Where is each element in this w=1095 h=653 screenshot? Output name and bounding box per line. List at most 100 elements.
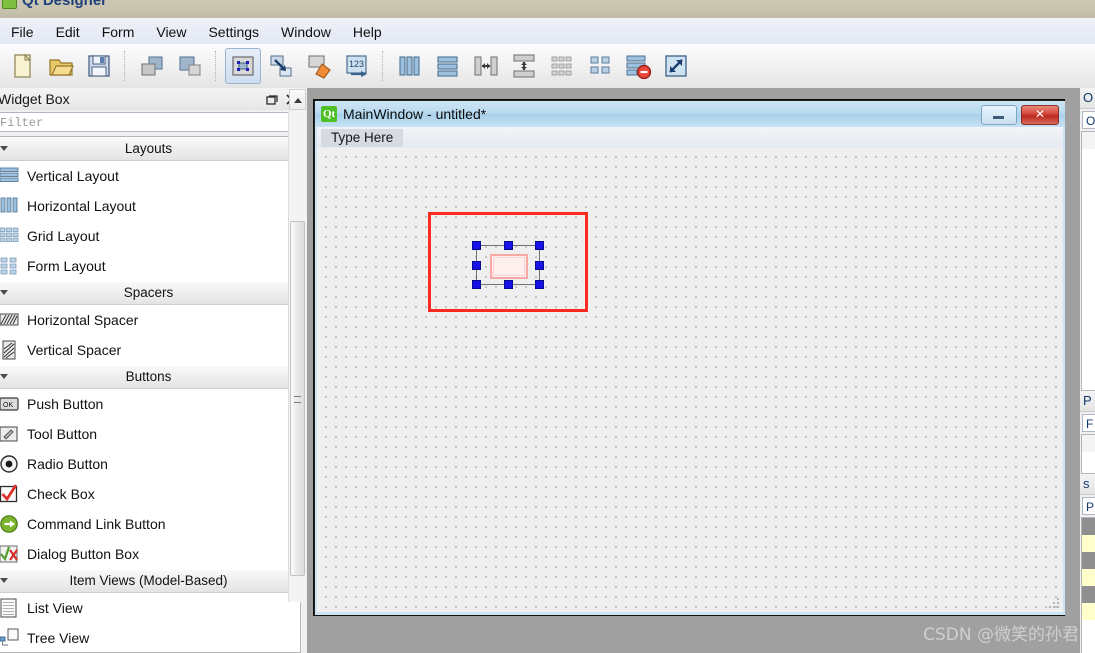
application-title: Qt Designer	[22, 0, 107, 9]
edit-widgets-icon[interactable]	[225, 48, 261, 84]
toolbar-separator	[215, 51, 218, 81]
check-box-icon	[0, 484, 21, 504]
widget-item-label: Tool Button	[27, 426, 97, 442]
resize-handle-top-right[interactable]	[535, 241, 544, 250]
right-dock-row[interactable]	[1082, 435, 1095, 452]
break-layout-icon[interactable]	[620, 48, 656, 84]
form-titlebar[interactable]: Qt MainWindow - untitled* ✕	[315, 101, 1065, 127]
qt-logo-icon: Qt	[321, 106, 337, 122]
open-form-icon[interactable]	[43, 48, 79, 84]
right-dock-row[interactable]	[1082, 552, 1095, 569]
widget-box-scrollbar[interactable]	[288, 111, 306, 602]
save-form-icon[interactable]	[81, 48, 117, 84]
widget-list-item[interactable]: Grid Layout	[0, 221, 300, 251]
form-canvas[interactable]	[317, 148, 1063, 612]
right-dock-row[interactable]	[1082, 535, 1095, 552]
dialog-button-box-icon	[0, 544, 21, 564]
resize-handle-bottom-center[interactable]	[504, 280, 513, 289]
right-dock-row[interactable]	[1082, 603, 1095, 620]
grid-layout-icon	[0, 226, 21, 246]
layout-vertical-icon[interactable]	[430, 48, 466, 84]
widget-box-title: Widget Box	[0, 91, 70, 107]
widget-item-label: Vertical Spacer	[27, 342, 121, 358]
widget-group-layouts[interactable]: Layouts	[0, 137, 300, 161]
right-dock-row[interactable]	[1082, 518, 1095, 535]
resize-handle-middle-left[interactable]	[472, 261, 481, 270]
selected-widget[interactable]	[472, 241, 544, 289]
layout-splitter-v-icon[interactable]	[506, 48, 542, 84]
redo-icon[interactable]	[172, 48, 208, 84]
widget-group-item-views[interactable]: Item Views (Model-Based)	[0, 569, 300, 593]
edit-signals-slots-icon[interactable]	[263, 48, 299, 84]
layout-form-icon[interactable]	[544, 48, 580, 84]
widget-group-buttons[interactable]: Buttons	[0, 365, 300, 389]
layout-horizontal-icon[interactable]	[392, 48, 428, 84]
scroll-up-icon[interactable]	[289, 89, 306, 110]
widget-list-item[interactable]: List View	[0, 593, 300, 623]
widget-list-item[interactable]: Form Layout	[0, 251, 300, 281]
widget-list-item[interactable]: Radio Button	[0, 449, 300, 479]
menu-file[interactable]: File	[0, 20, 45, 45]
right-dock-search-input[interactable]: F	[1082, 414, 1095, 432]
widget-box-filter-input[interactable]: Filter	[0, 112, 299, 132]
widget-list-item[interactable]: Vertical Spacer	[0, 335, 300, 365]
right-dock-row[interactable]	[1082, 149, 1095, 166]
right-dock-panel-body[interactable]	[1081, 131, 1095, 391]
widget-box-list[interactable]: Layouts Vertical LayoutHorizontal LayoutG…	[0, 136, 301, 653]
right-dock-panel-header: P	[1080, 391, 1095, 412]
right-dock-panel-body[interactable]	[1081, 517, 1095, 653]
resize-handle-top-left[interactable]	[472, 241, 481, 250]
resize-handle-bottom-right[interactable]	[535, 280, 544, 289]
right-dock-row[interactable]	[1082, 569, 1095, 586]
form-menubar[interactable]: Type Here	[317, 127, 1063, 149]
new-form-icon[interactable]	[5, 48, 41, 84]
widget-list-item[interactable]: Check Box	[0, 479, 300, 509]
horizontal-spacer-icon	[0, 310, 21, 330]
widget-list-item[interactable]: Vertical Layout	[0, 161, 300, 191]
adjust-size-icon[interactable]	[658, 48, 694, 84]
menubar: FileEditFormViewSettingsWindowHelp	[0, 18, 1095, 45]
right-dock-row[interactable]	[1082, 586, 1095, 603]
widget-list-item[interactable]: Horizontal Spacer	[0, 305, 300, 335]
right-dock-panel-body[interactable]	[1081, 434, 1095, 474]
widget-list-item[interactable]: Dialog Button Box	[0, 539, 300, 569]
layout-grid-icon[interactable]	[582, 48, 618, 84]
widget-list-item[interactable]: Tree View	[0, 623, 300, 653]
widget-group-label: Spacers	[124, 285, 174, 300]
layout-splitter-h-icon[interactable]	[468, 48, 504, 84]
right-dock-search-input[interactable]: P	[1082, 497, 1095, 515]
edit-buddies-icon[interactable]	[301, 48, 337, 84]
widget-list-item[interactable]: OKPush Button	[0, 389, 300, 419]
close-button[interactable]: ✕	[1021, 105, 1059, 125]
widget-item-label: Tree View	[27, 630, 89, 646]
undo-icon[interactable]	[134, 48, 170, 84]
widget-group-spacers[interactable]: Spacers	[0, 281, 300, 305]
minimize-button[interactable]	[981, 105, 1017, 125]
right-dock-search-input[interactable]: O	[1082, 111, 1095, 129]
menu-type-here-placeholder[interactable]: Type Here	[321, 129, 403, 147]
radio-button-icon	[0, 454, 21, 474]
resize-grip-icon[interactable]	[1048, 597, 1061, 610]
menu-view[interactable]: View	[145, 20, 197, 45]
edit-tab-order-icon[interactable]: 123	[339, 48, 375, 84]
menu-edit[interactable]: Edit	[45, 20, 91, 45]
menu-settings[interactable]: Settings	[197, 20, 270, 45]
right-dock-row[interactable]	[1082, 132, 1095, 149]
scrollbar-thumb[interactable]	[290, 221, 305, 576]
form-layout-icon	[0, 256, 21, 276]
right-dock-row[interactable]	[1082, 166, 1095, 183]
widget-group-label: Layouts	[125, 141, 172, 156]
push-button-icon: OK	[0, 394, 21, 414]
menu-help[interactable]: Help	[342, 20, 393, 45]
menu-form[interactable]: Form	[91, 20, 146, 45]
widget-list-item[interactable]: Tool Button	[0, 419, 300, 449]
resize-handle-middle-right[interactable]	[535, 261, 544, 270]
widget-body[interactable]	[490, 254, 528, 279]
widget-list-item[interactable]: Horizontal Layout	[0, 191, 300, 221]
widget-list-item[interactable]: Command Link Button	[0, 509, 300, 539]
float-dock-icon[interactable]	[264, 92, 279, 107]
resize-handle-top-center[interactable]	[504, 241, 513, 250]
menu-window[interactable]: Window	[270, 20, 342, 45]
form-title-text: MainWindow - untitled*	[343, 105, 486, 123]
resize-handle-bottom-left[interactable]	[472, 280, 481, 289]
